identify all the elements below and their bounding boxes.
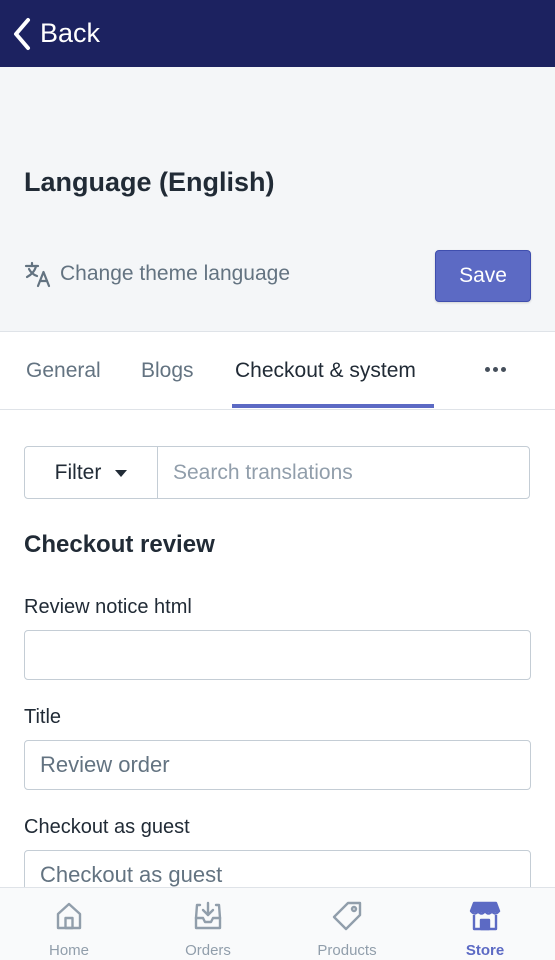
back-label: Back [40, 18, 101, 48]
page-title: Language (English) [24, 167, 275, 197]
products-icon [332, 901, 362, 931]
nav-item-products[interactable]: Products [287, 888, 407, 960]
tab-checkout-system[interactable]: Checkout & system [235, 332, 416, 410]
filter-dropdown-button[interactable]: Filter [25, 447, 158, 498]
bottom-navigation: Home Orders Products Store [0, 887, 555, 960]
home-icon [56, 902, 82, 930]
caret-down-icon [115, 470, 128, 477]
tab-blogs[interactable]: Blogs [141, 332, 194, 410]
nav-label-products: Products [317, 942, 377, 959]
save-button[interactable]: Save [435, 250, 531, 302]
store-icon [469, 901, 501, 931]
translate-icon [24, 261, 51, 288]
nav-label-store: Store [465, 942, 505, 959]
tab-bar: General Blogs Checkout & system [0, 332, 555, 410]
nav-item-orders[interactable]: Orders [148, 888, 268, 960]
nav-label-orders: Orders [185, 942, 231, 959]
chevron-left-icon [14, 17, 30, 50]
field-label-review-notice: Review notice html [24, 596, 192, 618]
change-theme-language-label: Change theme language [60, 262, 291, 285]
page-header: Language (English) Change theme language… [0, 67, 555, 332]
review-notice-html-field[interactable] [24, 630, 531, 680]
filter-search-group: Filter [24, 446, 530, 499]
nav-label-home: Home [48, 942, 89, 959]
tab-general[interactable]: General [26, 332, 101, 410]
title-field[interactable] [24, 740, 531, 790]
section-title: Checkout review [24, 531, 215, 558]
change-theme-language-link[interactable]: Change theme language [24, 260, 290, 288]
search-translations-input[interactable] [158, 447, 529, 498]
back-button[interactable]: Back [0, 0, 100, 67]
orders-icon [194, 901, 222, 930]
field-label-title: Title [24, 706, 62, 728]
more-horizontal-icon[interactable] [480, 357, 510, 381]
filter-label: Filter [54, 460, 102, 484]
active-tab-indicator [232, 404, 434, 408]
nav-item-store[interactable]: Store [425, 888, 545, 960]
field-label-checkout-as-guest: Checkout as guest [24, 816, 190, 838]
nav-item-home[interactable]: Home [9, 888, 129, 960]
top-bar: Back [0, 0, 555, 67]
